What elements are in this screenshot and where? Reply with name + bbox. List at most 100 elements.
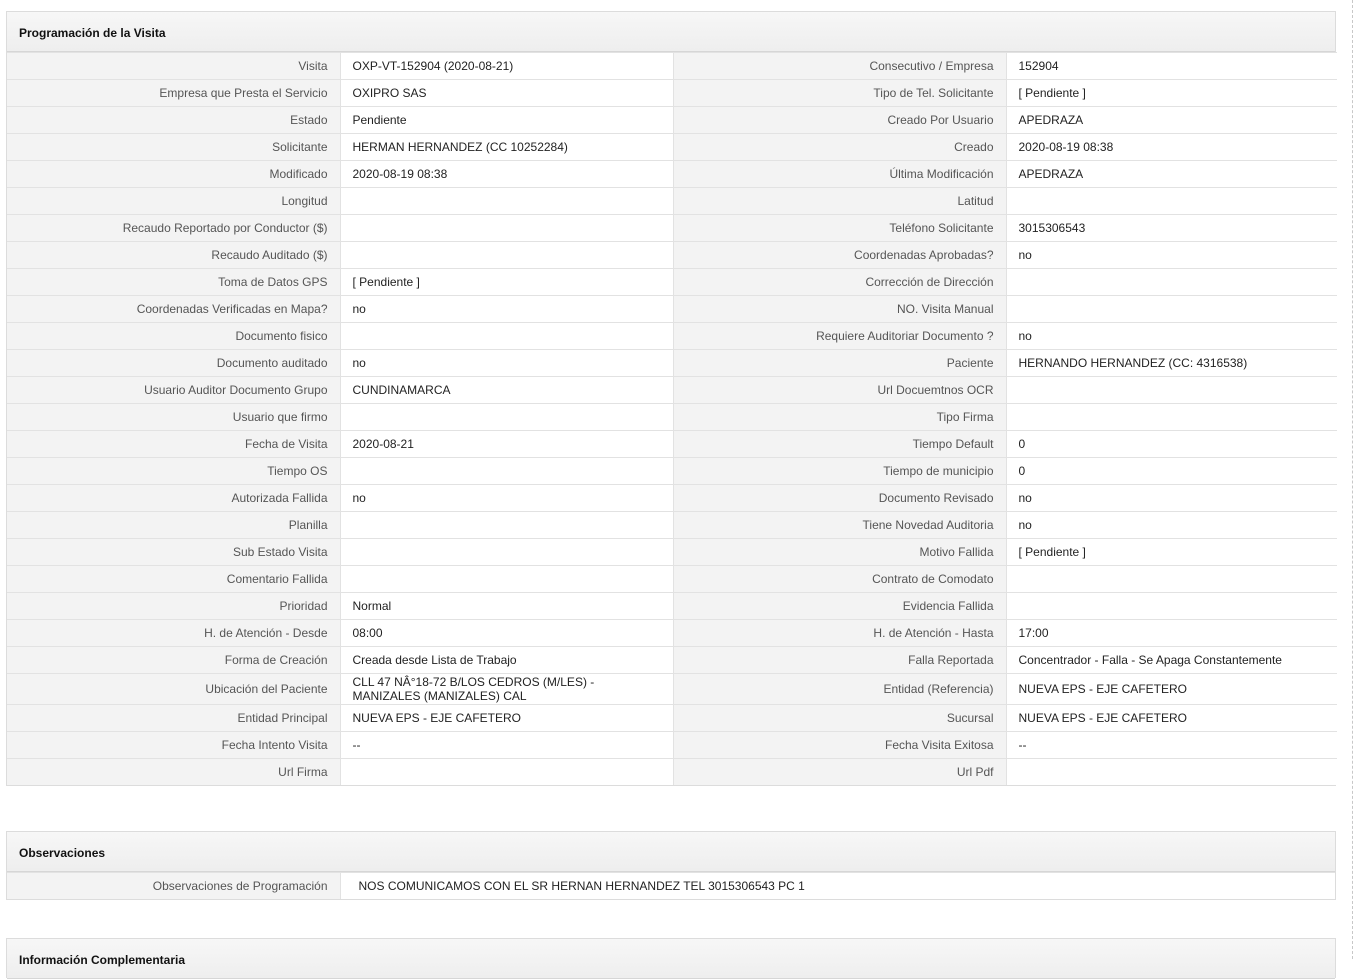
field-value: NUEVA EPS - EJE CAFETERO: [1005, 673, 1337, 705]
field-value: no: [1005, 241, 1337, 269]
field-label: Requiere Auditoriar Documento ?: [672, 322, 1006, 350]
visit-field-row: Fecha de Visita 2020-08-21 Tiempo Default…: [7, 430, 1337, 458]
field-value: Pendiente: [339, 106, 673, 134]
field-label: Documento auditado: [7, 349, 340, 377]
field-value: APEDRAZA: [1005, 106, 1337, 134]
observations-row: Observaciones de Programación NOS COMUNI…: [7, 872, 1335, 899]
field-label: Ubicación del Paciente: [7, 673, 340, 705]
field-label: Fecha Visita Exitosa: [672, 731, 1006, 759]
field-value: [339, 403, 673, 431]
field-label: Url Firma: [7, 758, 340, 785]
field-value: 2020-08-21: [339, 430, 673, 458]
field-value: [339, 511, 673, 539]
page-divider-line: [1352, 0, 1353, 959]
visit-field-row: Solicitante HERMAN HERNANDEZ (CC 10252284…: [7, 133, 1337, 161]
field-value: 3015306543: [1005, 214, 1337, 242]
visit-field-row: Url Firma Url Pdf: [7, 758, 1337, 785]
field-label: Consecutivo / Empresa: [672, 52, 1006, 80]
field-label: H. de Atención - Hasta: [672, 619, 1006, 647]
field-label: Tiempo Default: [672, 430, 1006, 458]
visit-field-row: Comentario Fallida Contrato de Comodato: [7, 565, 1337, 593]
visit-field-row: Documento auditado no Paciente HERNANDO HE…: [7, 349, 1337, 377]
field-value: NUEVA EPS - EJE CAFETERO: [339, 704, 673, 732]
field-label: Modificado: [7, 160, 340, 188]
visit-field-row: Prioridad Normal Evidencia Fallida: [7, 592, 1337, 620]
field-label: Prioridad: [7, 592, 340, 620]
visit-field-row: Sub Estado Visita Motivo Fallida[ Pendien…: [7, 538, 1337, 566]
field-value: HERNANDO HERNANDEZ (CC: 4316538): [1005, 349, 1337, 377]
field-value: APEDRAZA: [1005, 160, 1337, 188]
visit-field-row: Tiempo OS Tiempo de municipio 0: [7, 457, 1337, 485]
visit-field-row: Ubicación del Paciente CLL 47 NÂ°18-72 B/…: [7, 673, 1337, 705]
field-label: Autorizada Fallida: [7, 484, 340, 512]
visit-field-row: Forma de Creación Creada desde Lista de T…: [7, 646, 1337, 674]
field-label: Comentario Fallida: [7, 565, 340, 593]
field-label: Tipo Firma: [672, 403, 1006, 431]
field-value: 0: [1005, 430, 1337, 458]
visit-field-row: Documento fisico Requiere Auditoriar Docu…: [7, 322, 1337, 350]
field-label: Coordenadas Aprobadas?: [672, 241, 1006, 269]
field-value: 08:00: [339, 619, 673, 647]
complementary-info-panel: Información Complementaria: [6, 938, 1336, 979]
visit-field-row: Fecha Intento Visita -- Fecha Visita Exit…: [7, 731, 1337, 759]
field-label: Coordenadas Verificadas en Mapa?: [7, 295, 340, 323]
field-value: 0: [1005, 457, 1337, 485]
field-label: Url Pdf: [672, 758, 1006, 785]
visit-field-row: Usuario que firmo Tipo Firma: [7, 403, 1337, 431]
visit-field-row: Entidad Principal NUEVA EPS - EJE CAFETER…: [7, 704, 1337, 732]
field-value: OXP-VT-152904 (2020-08-21): [339, 52, 673, 80]
field-label: Fecha Intento Visita: [7, 731, 340, 759]
field-label: Contrato de Comodato: [672, 565, 1006, 593]
observations-title: Observaciones: [7, 832, 1335, 872]
field-label: Motivo Fallida: [672, 538, 1006, 566]
field-label: Creado: [672, 133, 1006, 161]
field-label: Usuario Auditor Documento Grupo: [7, 376, 340, 404]
visit-field-row: Coordenadas Verificadas en Mapa? no NO. V…: [7, 295, 1337, 323]
visit-programming-title: Programación de la Visita: [7, 12, 1335, 52]
field-value: [ Pendiente ]: [1005, 79, 1337, 107]
visit-field-row: Autorizada Fallida no Documento Revisado …: [7, 484, 1337, 512]
field-label: Longitud: [7, 187, 340, 215]
field-label: Fecha de Visita: [7, 430, 340, 458]
field-value: 2020-08-19 08:38: [339, 160, 673, 188]
field-label: Latitud: [672, 187, 1006, 215]
visit-programming-panel: Programación de la Visita Visita OXP-VT-1…: [6, 11, 1337, 786]
field-value: OXIPRO SAS: [339, 79, 673, 107]
observations-table: Observaciones de Programación NOS COMUNI…: [7, 872, 1335, 899]
field-value: 2020-08-19 08:38: [1005, 133, 1337, 161]
field-label: Creado Por Usuario: [672, 106, 1006, 134]
field-label: Forma de Creación: [7, 646, 340, 674]
field-value: [1005, 376, 1337, 404]
visit-field-row: Modificado 2020-08-19 08:38 Última Modific…: [7, 160, 1337, 188]
field-value: NUEVA EPS - EJE CAFETERO: [1005, 704, 1337, 732]
field-label: H. de Atención - Desde: [7, 619, 340, 647]
field-label: Planilla: [7, 511, 340, 539]
visit-field-row: Empresa que Presta el Servicio OXIPRO SAS…: [7, 79, 1337, 107]
field-value: [1005, 592, 1337, 620]
visit-details-table: Visita OXP-VT-152904 (2020-08-21) Consecut…: [7, 52, 1337, 785]
observations-panel: Observaciones Observaciones de Programac…: [6, 831, 1336, 900]
field-value: --: [339, 731, 673, 759]
field-value: no: [339, 349, 673, 377]
field-label: Tiene Novedad Auditoria: [672, 511, 1006, 539]
field-label: Sub Estado Visita: [7, 538, 340, 566]
visit-field-row: Toma de Datos GPS[ Pendiente ] Corrección…: [7, 268, 1337, 296]
field-label: Visita: [7, 52, 340, 80]
visit-field-row: Planilla Tiene Novedad Auditoria no: [7, 511, 1337, 539]
visit-field-row: Usuario Auditor Documento Grupo CUNDINAMA…: [7, 376, 1337, 404]
field-value: no: [1005, 511, 1337, 539]
field-value: [ Pendiente ]: [339, 268, 673, 296]
field-value: [1005, 268, 1337, 296]
field-value: 152904: [1005, 52, 1337, 80]
observations-value: NOS COMUNICAMOS CON EL SR HERNAN HERNAND…: [339, 872, 1335, 899]
field-value: [339, 322, 673, 350]
field-label: Tipo de Tel. Solicitante: [672, 79, 1006, 107]
visit-field-row: Visita OXP-VT-152904 (2020-08-21) Consecut…: [7, 52, 1337, 80]
field-label: Entidad Principal: [7, 704, 340, 732]
field-value: no: [1005, 322, 1337, 350]
field-value: no: [339, 484, 673, 512]
field-value: [339, 758, 673, 785]
field-label: Sucursal: [672, 704, 1006, 732]
field-value: [1005, 403, 1337, 431]
visit-field-row: Longitud Latitud: [7, 187, 1337, 215]
